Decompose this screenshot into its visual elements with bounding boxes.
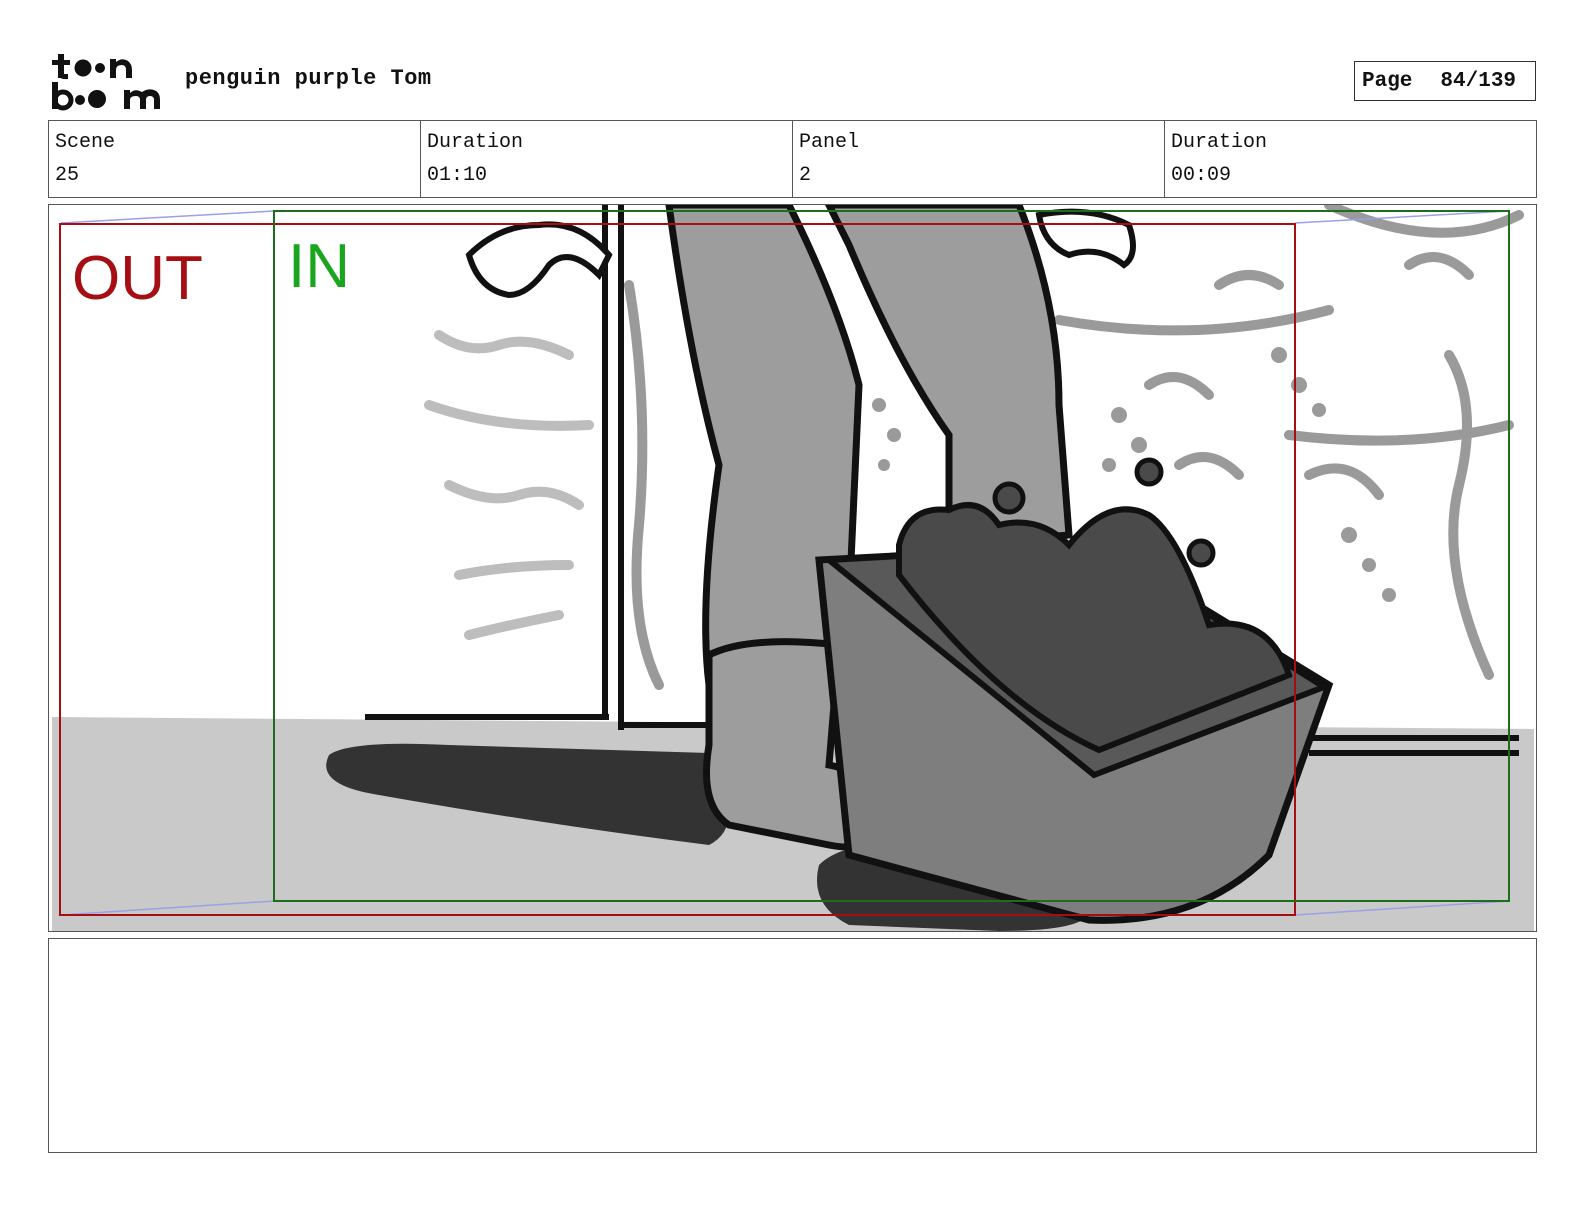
page-label: Page xyxy=(1362,69,1413,93)
hand-left xyxy=(465,221,613,299)
panel-duration-cell: Duration 00:09 xyxy=(1164,121,1536,197)
storyboard-panel xyxy=(48,204,1537,932)
scene-duration-label: Duration xyxy=(427,131,524,154)
page-number: 84/139 xyxy=(1440,69,1517,93)
scene-label: Scene xyxy=(55,131,116,154)
scene-value: 25 xyxy=(55,164,80,187)
leg-right xyxy=(825,205,1073,549)
scene-cell: Scene 25 xyxy=(49,121,420,197)
panel-duration-value: 00:09 xyxy=(1171,164,1232,187)
panel-notes-box[interactable] xyxy=(48,938,1537,1153)
hand-right xyxy=(1035,208,1136,269)
scene-duration-value: 01:10 xyxy=(427,164,488,187)
out-frame-label: OUT xyxy=(72,244,203,313)
scene-info-table: Scene 25 Duration 01:10 Panel 2 Duration… xyxy=(48,120,1537,198)
panel-label: Panel xyxy=(799,131,860,154)
project-title: penguin purple Tom xyxy=(185,66,432,91)
panel-sketch xyxy=(52,205,1534,931)
panel-duration-label: Duration xyxy=(1171,131,1268,154)
panel-value: 2 xyxy=(799,164,812,187)
background-foliage-left xyxy=(424,330,594,640)
panel-cell: Panel 2 xyxy=(792,121,1164,197)
scene-duration-cell: Duration 01:10 xyxy=(420,121,792,197)
in-frame-label: IN xyxy=(288,232,350,301)
toon-boom-logo xyxy=(50,50,165,112)
page-indicator: Page 84/139 xyxy=(1354,61,1536,101)
